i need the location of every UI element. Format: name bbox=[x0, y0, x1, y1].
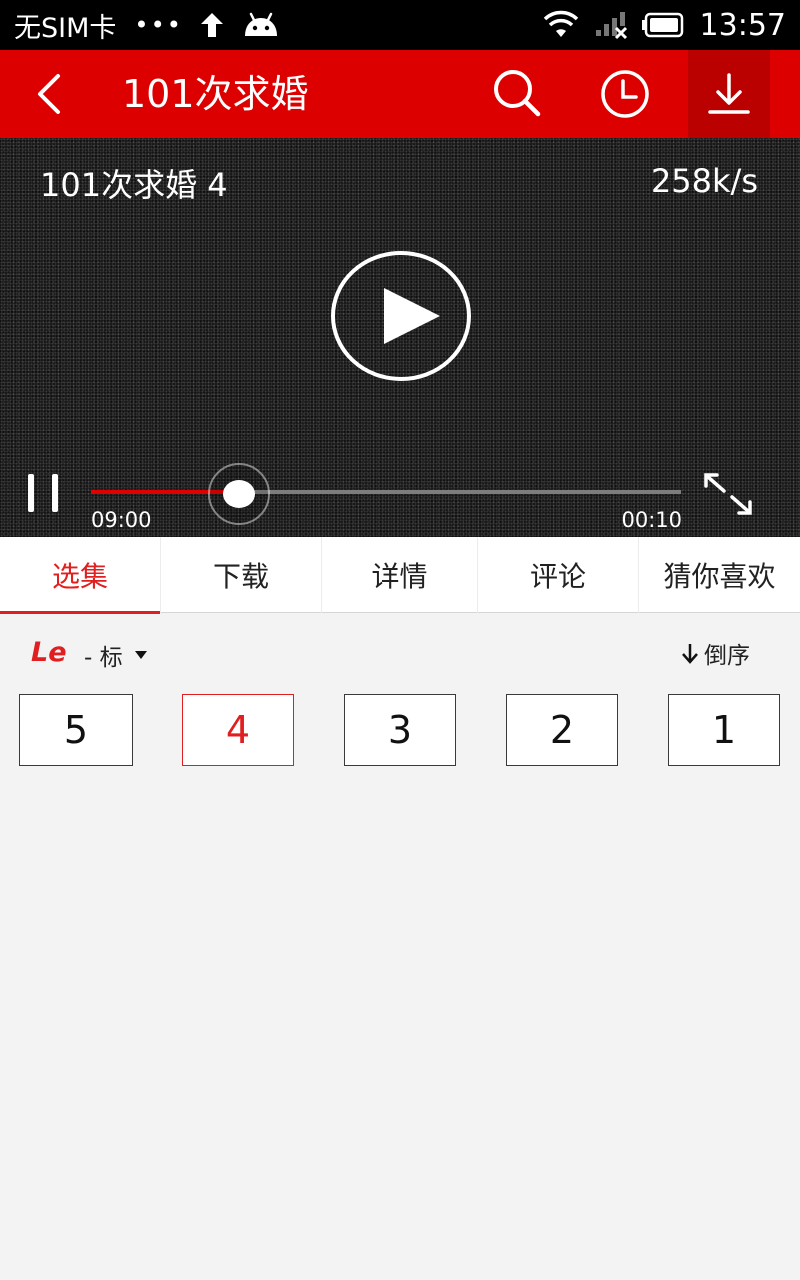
signal-icon bbox=[595, 12, 627, 40]
episode-button[interactable]: 2 bbox=[506, 694, 618, 766]
play-icon bbox=[331, 251, 471, 381]
clock-icon bbox=[601, 70, 649, 118]
page-title: 101次求婚 bbox=[122, 72, 309, 116]
quality-label: - 标 bbox=[84, 645, 123, 671]
battery-icon bbox=[641, 12, 683, 38]
clock-time: 13:57 bbox=[699, 7, 786, 43]
tab-episodes[interactable]: 选集 bbox=[0, 537, 161, 614]
sort-label: 倒序 bbox=[704, 643, 750, 669]
back-arrow-icon bbox=[38, 74, 60, 114]
play-button[interactable] bbox=[330, 250, 472, 382]
le-logo-icon: Le bbox=[31, 637, 67, 668]
pause-icon bbox=[28, 474, 58, 512]
carrier-label: 无SIM卡 bbox=[14, 12, 117, 44]
seek-handle-icon bbox=[207, 463, 270, 525]
history-button[interactable] bbox=[584, 50, 666, 138]
total-time: 00:10 bbox=[621, 508, 682, 532]
back-button[interactable] bbox=[24, 64, 84, 124]
episode-list: 5 4 3 2 1 bbox=[0, 694, 800, 768]
episode-button[interactable]: 4 bbox=[182, 694, 294, 766]
status-bar-right: 13:57 bbox=[542, 8, 786, 43]
tab-details[interactable]: 详情 bbox=[322, 537, 478, 613]
episode-button[interactable]: 5 bbox=[19, 694, 133, 766]
episode-button[interactable]: 1 bbox=[668, 694, 780, 766]
upload-arrow-icon bbox=[200, 13, 223, 37]
download-button[interactable] bbox=[688, 50, 770, 138]
pause-button[interactable] bbox=[24, 472, 64, 514]
fullscreen-icon bbox=[704, 473, 752, 515]
progress-thumb[interactable] bbox=[207, 462, 271, 526]
android-icon bbox=[244, 12, 277, 36]
arrow-down-icon bbox=[682, 644, 698, 664]
tab-comments[interactable]: 评论 bbox=[478, 537, 639, 613]
tab-bar: 选集 下载 详情 评论 猜你喜欢 bbox=[0, 537, 800, 614]
tab-recommendations[interactable]: 猜你喜欢 bbox=[639, 537, 800, 613]
quality-selector[interactable]: - 标 bbox=[84, 638, 147, 672]
tab-download[interactable]: 下载 bbox=[161, 537, 322, 613]
caret-down-icon bbox=[134, 651, 147, 659]
wifi-icon bbox=[543, 10, 578, 37]
progress-bar[interactable] bbox=[91, 463, 681, 525]
more-notifications-icon: ••• bbox=[134, 11, 183, 39]
search-button[interactable] bbox=[476, 50, 558, 138]
video-player[interactable]: 101次求婚 4 258k/s 09:00 00:10 bbox=[0, 138, 800, 537]
fullscreen-button[interactable] bbox=[702, 472, 754, 516]
episode-button[interactable]: 3 bbox=[344, 694, 456, 766]
download-speed: 258k/s bbox=[650, 162, 758, 200]
sort-button[interactable]: 倒序 bbox=[680, 636, 750, 670]
episode-title: 101次求婚 4 bbox=[40, 166, 228, 204]
app-bar: 101次求婚 bbox=[0, 50, 800, 138]
svg-text:Le: Le bbox=[31, 637, 67, 668]
status-bar: 无SIM卡 ••• 13:57 bbox=[0, 0, 800, 50]
download-icon bbox=[708, 73, 750, 114]
status-bar-left: 无SIM卡 ••• bbox=[14, 6, 281, 45]
current-time: 09:00 bbox=[91, 508, 152, 532]
le-logo: Le bbox=[30, 636, 78, 668]
search-icon bbox=[494, 70, 541, 117]
source-row: Le - 标 倒序 bbox=[0, 614, 800, 688]
